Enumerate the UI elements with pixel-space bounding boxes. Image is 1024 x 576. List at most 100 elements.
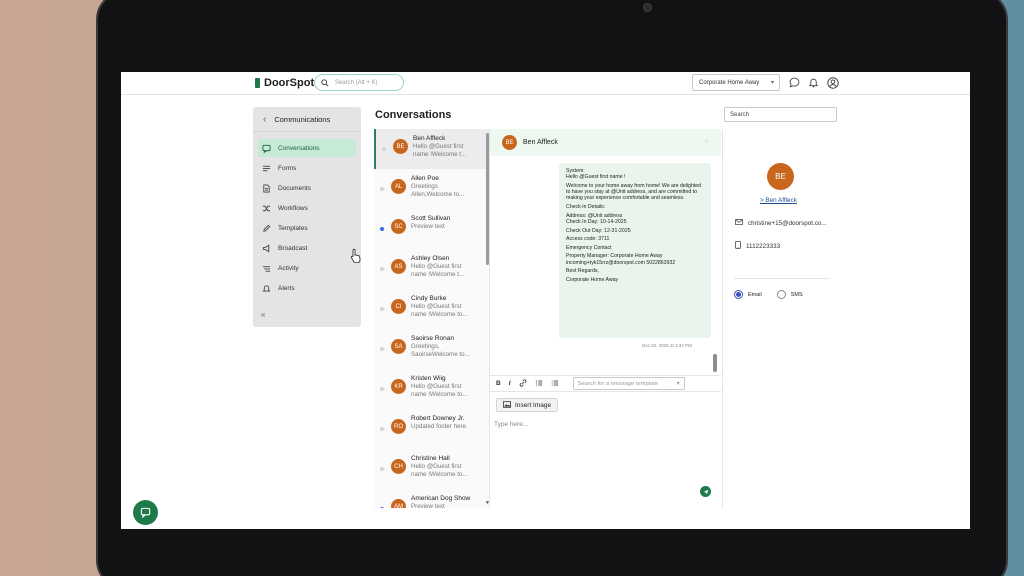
sidebar-item-label: Broadcast xyxy=(278,244,308,252)
message-paragraph: Property Manager: Corporate Home Away in… xyxy=(566,253,676,266)
insert-image-button[interactable]: Insert Image xyxy=(496,398,559,412)
conversation-list-item[interactable]: RO Robert Downey Jr. Updated footer here xyxy=(374,409,489,449)
conversation-preview: Greetings Allen,Welcome to... xyxy=(411,183,465,198)
conversation-text: Ben Affleck Hello @Guest first name !Welc… xyxy=(413,133,475,169)
message-paragraph: Best Regards, xyxy=(566,268,599,275)
conversation-list-item[interactable]: AS Ashley Olsen Hello @Guest first name !W… xyxy=(374,249,489,289)
message-template-select[interactable]: Search for a message template ▾ xyxy=(572,377,685,390)
avatar: BE xyxy=(502,135,517,150)
italic-button[interactable]: I xyxy=(509,380,511,387)
conversation-list-item[interactable]: CI Cindy Burke Hello @Guest first name !We… xyxy=(374,289,489,329)
conversation-list-item[interactable]: SC Scott Sullivan Preview text xyxy=(374,209,489,249)
chevron-down-icon: ▾ xyxy=(676,380,680,387)
sms-radio[interactable] xyxy=(776,290,786,299)
conversation-preview: Hello @Guest first name !Welcome t... xyxy=(411,263,465,278)
user-avatar-icon[interactable] xyxy=(826,76,839,89)
conversation-list-item[interactable]: SA Saoirse Ronan Greetings, SaoirseWelcome… xyxy=(374,329,489,369)
messages-icon[interactable] xyxy=(788,76,801,89)
conversation-text: Cindy Burke Hello @Guest first name !Welc… xyxy=(411,293,473,329)
email-radio[interactable] xyxy=(734,290,743,299)
conversation-preview: Hello @Guest first name !Welcome to... xyxy=(411,463,468,478)
chat-contact-name: Ben Affleck xyxy=(523,139,558,146)
sidebar-item-workflows[interactable]: Workflows xyxy=(258,199,356,217)
conversation-search-input[interactable]: Search xyxy=(724,107,837,122)
bullet-list-icon[interactable] xyxy=(551,379,559,389)
link-icon[interactable] xyxy=(519,378,527,389)
message-paragraph: Corporate Home Away xyxy=(566,276,619,283)
star-icon[interactable]: ☆ xyxy=(704,138,709,145)
phone-icon xyxy=(735,241,741,251)
avatar: BE xyxy=(393,139,408,154)
camera-icon xyxy=(643,3,652,12)
conversation-search-placeholder: Search xyxy=(730,111,750,118)
message-timestamp: Dec 02, 2025 at 3:33 PM xyxy=(642,343,692,348)
conversation-list-item[interactable]: KR Kristen Wiig Hello @Guest first name !W… xyxy=(374,369,489,409)
message-paragraph: Check Out Day: 12-31-2025 xyxy=(566,227,631,234)
back-chevron-icon[interactable]: ‹ xyxy=(263,114,266,125)
avatar: SC xyxy=(391,219,406,234)
collapse-sidebar-icon[interactable]: « xyxy=(261,310,265,319)
divider xyxy=(734,278,829,279)
conversation-name: Allen Poe xyxy=(411,175,439,182)
read-dot xyxy=(380,187,384,191)
conversation-text: Allen Poe Greetings Allen,Welcome to... xyxy=(411,173,473,209)
conversation-list-item[interactable]: CH Christine Hall Hello @Guest first name … xyxy=(374,449,489,489)
chat-icon xyxy=(262,144,271,153)
sidebar-item-activity[interactable]: Activity xyxy=(258,259,356,277)
sidebar-item-documents[interactable]: Documents xyxy=(258,179,356,197)
chat-header: BE Ben Affleck ☆ xyxy=(490,129,721,156)
page-title: Conversations xyxy=(375,109,452,121)
avatar: RO xyxy=(391,419,406,434)
conversation-preview: Hello @Guest first name !Welcome t... xyxy=(413,143,467,158)
global-search-input[interactable]: Search (Alt + K) xyxy=(314,74,404,91)
sidebar-item-conversations[interactable]: Conversations xyxy=(258,139,356,157)
conversation-list-item[interactable]: AL Allen Poe Greetings Allen,Welcome to... xyxy=(374,169,489,209)
organization-select[interactable]: Corporate Home Away ▾ xyxy=(692,74,780,91)
megaphone-icon xyxy=(262,244,271,253)
send-button[interactable] xyxy=(700,486,711,497)
conversation-list-item[interactable]: BE Ben Affleck Hello @Guest first name !We… xyxy=(374,129,489,169)
conversation-list: BE Ben Affleck Hello @Guest first name !We… xyxy=(374,129,490,508)
bold-button[interactable]: B xyxy=(496,380,501,387)
unread-dot xyxy=(380,507,384,508)
avatar: CI xyxy=(391,299,406,314)
message-paragraph: Address: @Unit address Check In Day: 10-… xyxy=(566,212,627,225)
app-name: DoorSpot xyxy=(264,77,315,89)
message-paragraph: Access code: 3711 xyxy=(566,236,610,243)
avatar: KR xyxy=(391,379,406,394)
hand-cursor-icon xyxy=(350,248,362,268)
avatar: AM xyxy=(391,499,406,508)
avatar: AL xyxy=(391,179,406,194)
email-radio-label: Email xyxy=(748,291,762,298)
conversation-name: American Dog Show xyxy=(411,495,471,502)
message-paragraph: Check-in Details: xyxy=(566,204,606,211)
read-dot xyxy=(380,467,384,471)
conversation-preview: Preview text xyxy=(411,503,445,508)
logo-mark-icon xyxy=(255,78,260,88)
chevron-down-icon: ▾ xyxy=(770,80,774,86)
conversation-text: Christine Hall Hello @Guest first name !W… xyxy=(411,453,473,489)
sidebar-item-broadcast[interactable]: Broadcast xyxy=(258,239,356,257)
conversation-list-scrollbar[interactable]: ▼ xyxy=(485,129,490,508)
compose-input[interactable]: Type here... xyxy=(494,421,528,428)
message-bubble: System: Hello @Guest first name ! Welcome… xyxy=(559,163,711,338)
conversation-text: Robert Downey Jr. Updated footer here xyxy=(411,413,473,449)
conversation-name: Ashley Olsen xyxy=(411,255,450,262)
app-logo[interactable]: DoorSpot xyxy=(255,77,314,89)
numbered-list-icon[interactable] xyxy=(535,379,543,389)
search-icon xyxy=(321,78,329,87)
conversation-text: American Dog Show Preview text xyxy=(411,493,473,508)
sidebar-item-templates[interactable]: Templates xyxy=(258,219,356,237)
global-search-placeholder: Search (Alt + K) xyxy=(335,79,378,86)
scrollbar-thumb[interactable] xyxy=(486,133,489,265)
contact-name-link[interactable]: > Ben Affleck xyxy=(760,197,797,204)
conversation-preview: Hello @Guest first name !Welcome to... xyxy=(411,383,468,398)
read-dot xyxy=(380,427,384,431)
sidebar-item-alerts[interactable]: Alerts xyxy=(258,279,356,297)
message-paragraph: System: Hello @Guest first name ! xyxy=(566,168,626,181)
bell-icon[interactable] xyxy=(807,76,820,89)
chat-scrollbar[interactable] xyxy=(713,354,717,372)
conversation-list-item[interactable]: AM American Dog Show Preview text xyxy=(374,489,489,508)
support-chat-button[interactable] xyxy=(133,500,158,525)
sidebar-item-forms[interactable]: Forms xyxy=(258,159,356,177)
